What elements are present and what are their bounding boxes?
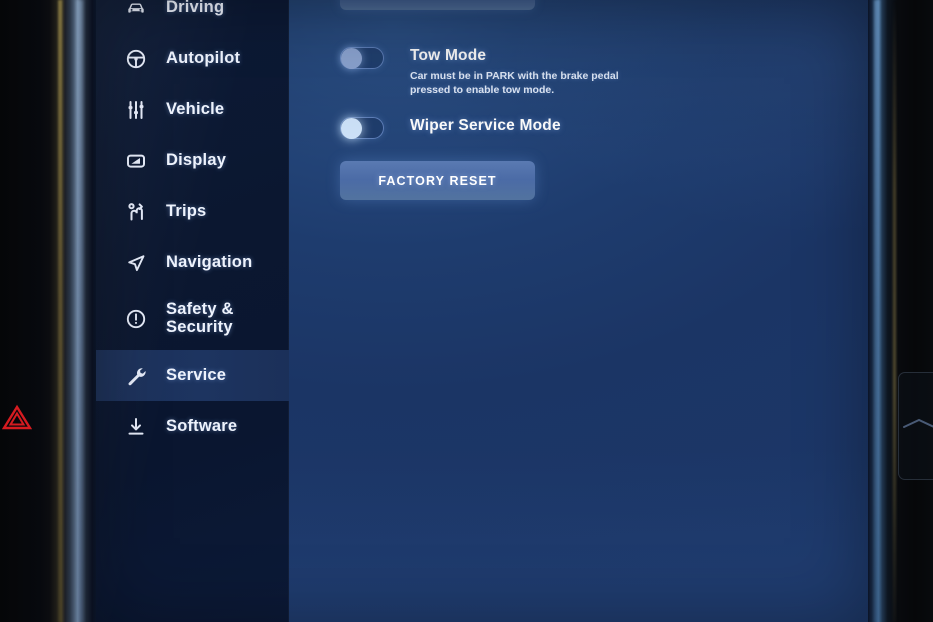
right-bezel-blue-reflection: [874, 0, 880, 622]
partial-button-above-fold[interactable]: [340, 0, 535, 10]
center-display: Driving Autopilot Vehicle Display Trips …: [96, 0, 868, 622]
sidebar-item-software[interactable]: Software: [96, 401, 289, 452]
sidebar-nav-list: Driving Autopilot Vehicle Display Trips …: [96, 0, 289, 452]
wiper-service-mode-toggle[interactable]: [340, 117, 384, 139]
car-icon: [124, 0, 148, 20]
sidebar-item-label: Trips: [166, 201, 207, 220]
sidebar-item-navigation[interactable]: Navigation: [96, 237, 289, 288]
factory-reset-button[interactable]: FACTORY RESET: [340, 161, 535, 200]
sidebar-item-label: Vehicle: [166, 99, 225, 118]
tow-mode-toggle[interactable]: [340, 47, 384, 69]
left-bezel-blue-reflection: [76, 0, 83, 622]
settings-sidebar: Driving Autopilot Vehicle Display Trips …: [96, 0, 289, 622]
sidebar-item-label: Safety & Security: [166, 300, 234, 336]
sidebar-item-driving[interactable]: Driving: [96, 0, 289, 33]
toggle-knob: [341, 117, 362, 139]
alert-circle-icon: [124, 307, 148, 331]
sidebar-item-label: Navigation: [166, 252, 253, 271]
setting-text-block: Tow Mode Car must be in PARK with the br…: [410, 47, 625, 98]
setting-text-block: Wiper Service Mode: [410, 117, 561, 135]
right-trim-reflection: [902, 405, 933, 441]
setting-description: Car must be in PARK with the brake pedal…: [410, 70, 619, 96]
sidebar-item-label: Software: [166, 416, 238, 435]
sidebar-item-label: Display: [166, 150, 227, 169]
winding-road-icon: [124, 200, 148, 224]
service-settings-panel: Tow Mode Car must be in PARK with the br…: [289, 0, 868, 622]
sidebar-item-autopilot[interactable]: Autopilot: [96, 33, 289, 84]
sidebar-item-label: Service: [166, 365, 227, 384]
sidebar-item-vehicle[interactable]: Vehicle: [96, 84, 289, 135]
setting-row-wiper-service-mode: Wiper Service Mode: [340, 117, 561, 139]
sidebar-item-service[interactable]: Service: [96, 350, 289, 401]
left-bezel-gold-reflection: [58, 0, 62, 622]
sliders-icon: [124, 98, 148, 122]
setting-row-tow-mode: Tow Mode Car must be in PARK with the br…: [340, 47, 625, 98]
setting-title: Tow Mode: [410, 47, 487, 64]
brightness-icon: [124, 149, 148, 173]
tesla-touchscreen-photo: Driving Autopilot Vehicle Display Trips …: [0, 0, 933, 622]
sidebar-item-trips[interactable]: Trips: [96, 186, 289, 237]
setting-title: Wiper Service Mode: [410, 117, 561, 134]
sidebar-item-safety-security[interactable]: Safety & Security: [96, 288, 289, 350]
download-icon: [124, 415, 148, 439]
sidebar-item-display[interactable]: Display: [96, 135, 289, 186]
toggle-knob: [341, 47, 362, 69]
wrench-icon: [124, 364, 148, 388]
steering-wheel-icon: [124, 47, 148, 71]
right-bezel-gold-reflection: [893, 0, 896, 622]
hazard-lights-button[interactable]: [2, 404, 32, 431]
hazard-triangle-icon: [2, 404, 32, 430]
sidebar-item-label: Driving: [166, 0, 225, 16]
sidebar-item-label: Autopilot: [166, 48, 241, 67]
navigation-arrow-icon: [124, 251, 148, 275]
